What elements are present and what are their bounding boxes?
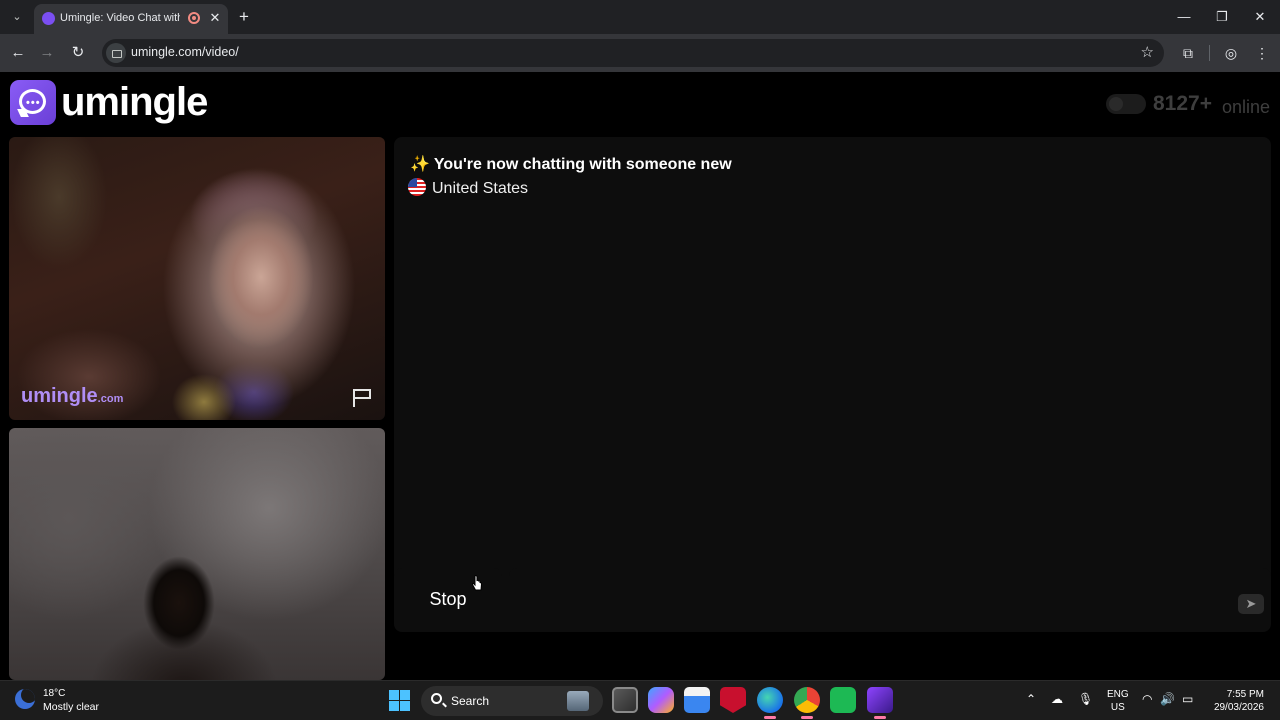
copilot-icon[interactable] xyxy=(648,687,674,713)
umingle-favicon-icon xyxy=(42,12,55,25)
toolbar-divider xyxy=(1209,45,1210,61)
dots-icon: ••• xyxy=(26,97,41,109)
back-button[interactable]: ← xyxy=(7,42,29,64)
recording-indicator-icon xyxy=(188,12,200,24)
microphone-icon[interactable]: 🎙 xyxy=(1078,692,1093,706)
send-message-button[interactable]: ➤ xyxy=(1238,594,1264,614)
weather-temperature[interactable]: 18°C xyxy=(43,688,65,699)
taskbar-clock[interactable]: 7:55 PM 29/03/2026 xyxy=(1214,688,1264,714)
search-icon xyxy=(431,693,442,704)
theme-toggle[interactable] xyxy=(1106,94,1146,114)
online-label: online xyxy=(1222,97,1271,117)
site-logo-text[interactable]: umingle xyxy=(61,80,208,125)
weather-moon-icon[interactable] xyxy=(15,689,35,709)
microsoft-store-icon[interactable] xyxy=(684,687,710,713)
pen-app-icon[interactable] xyxy=(867,687,893,719)
extensions-icon[interactable]: ⧉ xyxy=(1177,42,1199,64)
chat-status-message: ✨ You're now chatting with someone new xyxy=(410,154,732,174)
self-video xyxy=(9,428,385,680)
camera-permission-icon[interactable] xyxy=(106,43,126,63)
video-watermark: umingle.com xyxy=(21,385,123,408)
volume-icon[interactable]: 🔊 xyxy=(1160,692,1175,706)
online-count: 8127+ xyxy=(1153,92,1212,115)
stranger-country: United States xyxy=(408,178,528,198)
reload-button[interactable]: ↻ xyxy=(67,42,89,64)
stranger-video: umingle.com xyxy=(9,137,385,420)
url-text[interactable]: umingle.com/video/ xyxy=(131,45,239,59)
new-tab-button[interactable]: + xyxy=(236,8,252,26)
mouse-pointer-icon xyxy=(471,575,483,591)
close-tab-button[interactable]: ✕ xyxy=(208,10,222,26)
onedrive-cloud-icon[interactable]: ☁ xyxy=(1051,692,1063,706)
watermark-text: umingle xyxy=(21,385,98,407)
browser-tab-bar: ⌄ Umingle: Video Chat with St ✕ + — ❐ ✕ xyxy=(0,0,1280,34)
language-indicator[interactable]: ENG US xyxy=(1107,688,1129,714)
watermark-suffix: .com xyxy=(97,393,124,405)
maximize-window-button[interactable]: ❐ xyxy=(1210,6,1234,28)
mcafee-icon[interactable] xyxy=(720,687,746,713)
status-text: You're now chatting with someone new xyxy=(433,156,732,173)
minimize-window-button[interactable]: — xyxy=(1172,6,1196,28)
clock-time: 7:55 PM xyxy=(1226,689,1264,700)
report-flag-icon[interactable] xyxy=(351,388,373,408)
search-label: Search xyxy=(451,694,490,708)
chat-panel: ✨ You're now chatting with someone new Un… xyxy=(394,137,1271,632)
windows-start-icon[interactable] xyxy=(389,690,410,711)
chat-app-icon[interactable] xyxy=(830,687,856,713)
tab-title: Umingle: Video Chat with St xyxy=(60,12,180,24)
wifi-icon[interactable]: ◠ xyxy=(1142,692,1152,706)
battery-icon[interactable]: ▭ xyxy=(1182,692,1193,706)
browser-tab-umingle[interactable]: Umingle: Video Chat with St ✕ xyxy=(34,4,228,34)
task-view-icon[interactable] xyxy=(612,687,638,713)
weather-description[interactable]: Mostly clear xyxy=(43,701,99,713)
close-window-button[interactable]: ✕ xyxy=(1248,6,1272,28)
profile-icon[interactable]: ◎ xyxy=(1220,42,1242,64)
stop-button[interactable]: Stop xyxy=(394,568,502,612)
forward-button[interactable]: → xyxy=(36,42,58,64)
sparkles-icon: ✨ xyxy=(410,156,430,173)
bookmark-star-icon[interactable]: ☆ xyxy=(1141,43,1154,61)
umingle-logo-icon[interactable]: ••• xyxy=(10,80,56,125)
browser-menu-icon[interactable]: ⋮ xyxy=(1251,42,1273,64)
taskbar-search[interactable]: Search xyxy=(421,686,603,716)
search-highlight-icon xyxy=(567,691,589,711)
message-input[interactable] xyxy=(509,568,1271,612)
us-flag-icon xyxy=(408,178,426,196)
clock-date: 29/03/2026 xyxy=(1213,702,1264,713)
browser-toolbar: ← → ↻ umingle.com/video/ ☆ ⧉ ◎ ⋮ xyxy=(0,34,1280,72)
tab-search-chevron-icon[interactable]: ⌄ xyxy=(8,8,26,26)
show-hidden-icons-chevron-icon[interactable]: ⌃ xyxy=(1026,692,1036,706)
edge-browser-icon[interactable] xyxy=(757,687,783,719)
chrome-browser-icon[interactable] xyxy=(794,687,820,719)
country-text: United States xyxy=(432,180,529,197)
windows-taskbar: 18°C Mostly clear Search ⌃ ☁ 🎙 ENG US ◠ … xyxy=(0,680,1280,720)
address-bar[interactable]: umingle.com/video/ ☆ xyxy=(102,39,1164,67)
